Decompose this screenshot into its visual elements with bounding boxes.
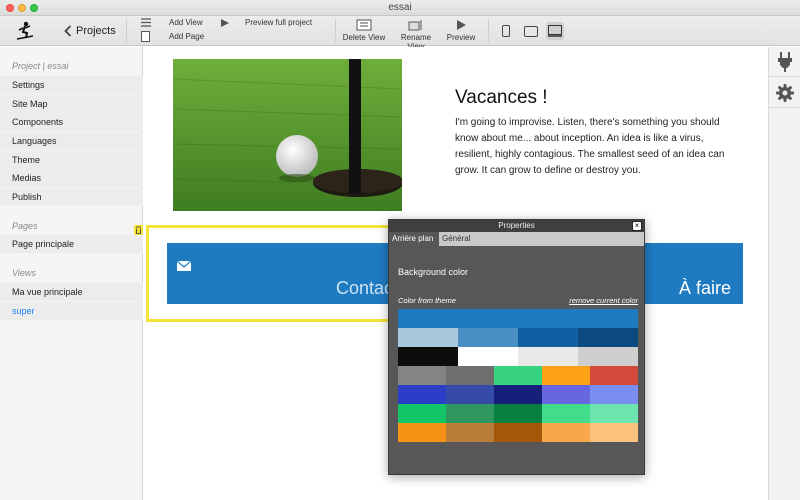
sidebar-item-components[interactable]: Components (0, 113, 143, 131)
trash-icon[interactable] (134, 225, 143, 235)
color-swatch-primary[interactable] (398, 309, 638, 328)
page-paragraph[interactable]: I'm going to improvise. Listen, there's … (455, 115, 735, 179)
color-swatch[interactable] (578, 347, 638, 366)
toolbar-divider (126, 19, 127, 43)
right-panel (768, 47, 800, 500)
todo-link[interactable]: À faire (679, 278, 731, 299)
color-swatch[interactable] (590, 366, 638, 385)
preview-full-label: Preview full project (245, 18, 313, 27)
color-swatch[interactable] (494, 423, 542, 442)
delete-view-button[interactable]: Delete View (341, 18, 387, 42)
sidebar-item-settings[interactable]: Settings (0, 76, 143, 94)
phone-device-button[interactable] (497, 22, 515, 40)
add-page-label: Add Page (169, 32, 205, 41)
project-section-title: Project | essai (12, 61, 69, 71)
preview-button[interactable]: Preview (438, 18, 484, 42)
delete-view-icon (356, 19, 372, 31)
color-swatch[interactable] (458, 347, 518, 366)
color-swatch[interactable] (494, 404, 542, 423)
play-icon (221, 18, 229, 27)
color-swatch[interactable] (542, 404, 590, 423)
color-swatch[interactable] (494, 366, 542, 385)
toolbar-divider (335, 19, 336, 43)
color-swatch[interactable] (518, 347, 578, 366)
chevron-left-icon (64, 25, 72, 37)
close-properties-button[interactable]: × (632, 221, 642, 231)
color-swatch[interactable] (590, 423, 638, 442)
toolbar-divider (488, 19, 489, 43)
color-swatch[interactable] (398, 328, 458, 347)
properties-tabs: Arrière plan Général (389, 232, 644, 246)
window-titlebar: essai (0, 0, 800, 16)
window-title: essai (388, 2, 412, 13)
sidebar-item-theme[interactable]: Theme (0, 151, 143, 169)
color-swatch[interactable] (446, 366, 494, 385)
color-swatch[interactable] (542, 423, 590, 442)
sidebar-item-site-map[interactable]: Site Map (0, 95, 143, 113)
settings-button[interactable] (769, 78, 800, 108)
plugin-button[interactable] (769, 47, 800, 77)
background-color-title: Background color (398, 267, 469, 277)
golf-ball-image[interactable] (173, 59, 402, 211)
toolbar: Projects Add View Add Page Preview full … (0, 16, 800, 51)
properties-title: Properties (389, 220, 644, 232)
selection-outline (146, 225, 394, 322)
back-label: Projects (76, 25, 116, 37)
tab-general[interactable]: Général (439, 232, 644, 246)
color-swatch[interactable] (446, 404, 494, 423)
color-swatch[interactable] (398, 404, 446, 423)
color-swatch[interactable] (590, 404, 638, 423)
sidebar: Project | essai Settings Site Map Compon… (0, 47, 143, 500)
color-swatch[interactable] (542, 366, 590, 385)
add-view-button[interactable]: Add View (141, 18, 203, 27)
back-to-projects-button[interactable]: Projects (64, 22, 116, 40)
preview-label: Preview (446, 33, 476, 42)
color-swatch[interactable] (578, 328, 638, 347)
page-icon (141, 31, 150, 42)
color-swatch[interactable] (458, 328, 518, 347)
desktop-icon (548, 25, 562, 37)
page-heading[interactable]: Vacances ! (455, 87, 548, 109)
pages-section-title: Pages (12, 221, 38, 231)
color-swatch[interactable] (398, 366, 446, 385)
list-icon (141, 18, 151, 27)
tablet-device-button[interactable] (522, 22, 540, 40)
color-swatch[interactable] (398, 347, 458, 366)
sidebar-item-medias[interactable]: Medias (0, 169, 143, 187)
desktop-device-button[interactable] (546, 22, 564, 40)
color-swatch[interactable] (398, 385, 446, 404)
remove-current-color-link[interactable]: remove current color (569, 296, 638, 305)
tab-arriere-plan[interactable]: Arrière plan (389, 232, 439, 246)
color-from-theme-label: Color from theme (398, 296, 456, 305)
sidebar-item-super[interactable]: super (0, 302, 143, 320)
sidebar-item-publish[interactable]: Publish (0, 188, 143, 206)
color-swatch[interactable] (542, 385, 590, 404)
add-page-button[interactable]: Add Page (141, 31, 204, 42)
tablet-icon (524, 25, 538, 37)
gear-icon (776, 83, 794, 102)
color-swatch[interactable] (398, 423, 446, 442)
preview-full-project-button[interactable]: Preview full project (221, 18, 312, 27)
color-swatch[interactable] (446, 385, 494, 404)
add-view-label: Add View (169, 18, 203, 27)
sidebar-item-page-principale[interactable]: Page principale (0, 235, 143, 253)
sidebar-item-languages[interactable]: Languages (0, 132, 143, 150)
play-icon (457, 20, 466, 30)
color-swatch[interactable] (590, 385, 638, 404)
delete-view-label: Delete View (342, 33, 386, 42)
phone-icon (502, 25, 510, 37)
rename-view-icon (408, 20, 422, 31)
plug-icon (778, 51, 792, 72)
color-swatch[interactable] (446, 423, 494, 442)
color-swatch[interactable] (494, 385, 542, 404)
properties-panel: Properties × Arrière plan Général Backgr… (388, 219, 645, 475)
color-swatch[interactable] (518, 328, 578, 347)
sidebar-item-ma-vue-principale[interactable]: Ma vue principale (0, 283, 143, 301)
views-section-title: Views (12, 268, 36, 278)
app-logo-icon (14, 20, 36, 42)
